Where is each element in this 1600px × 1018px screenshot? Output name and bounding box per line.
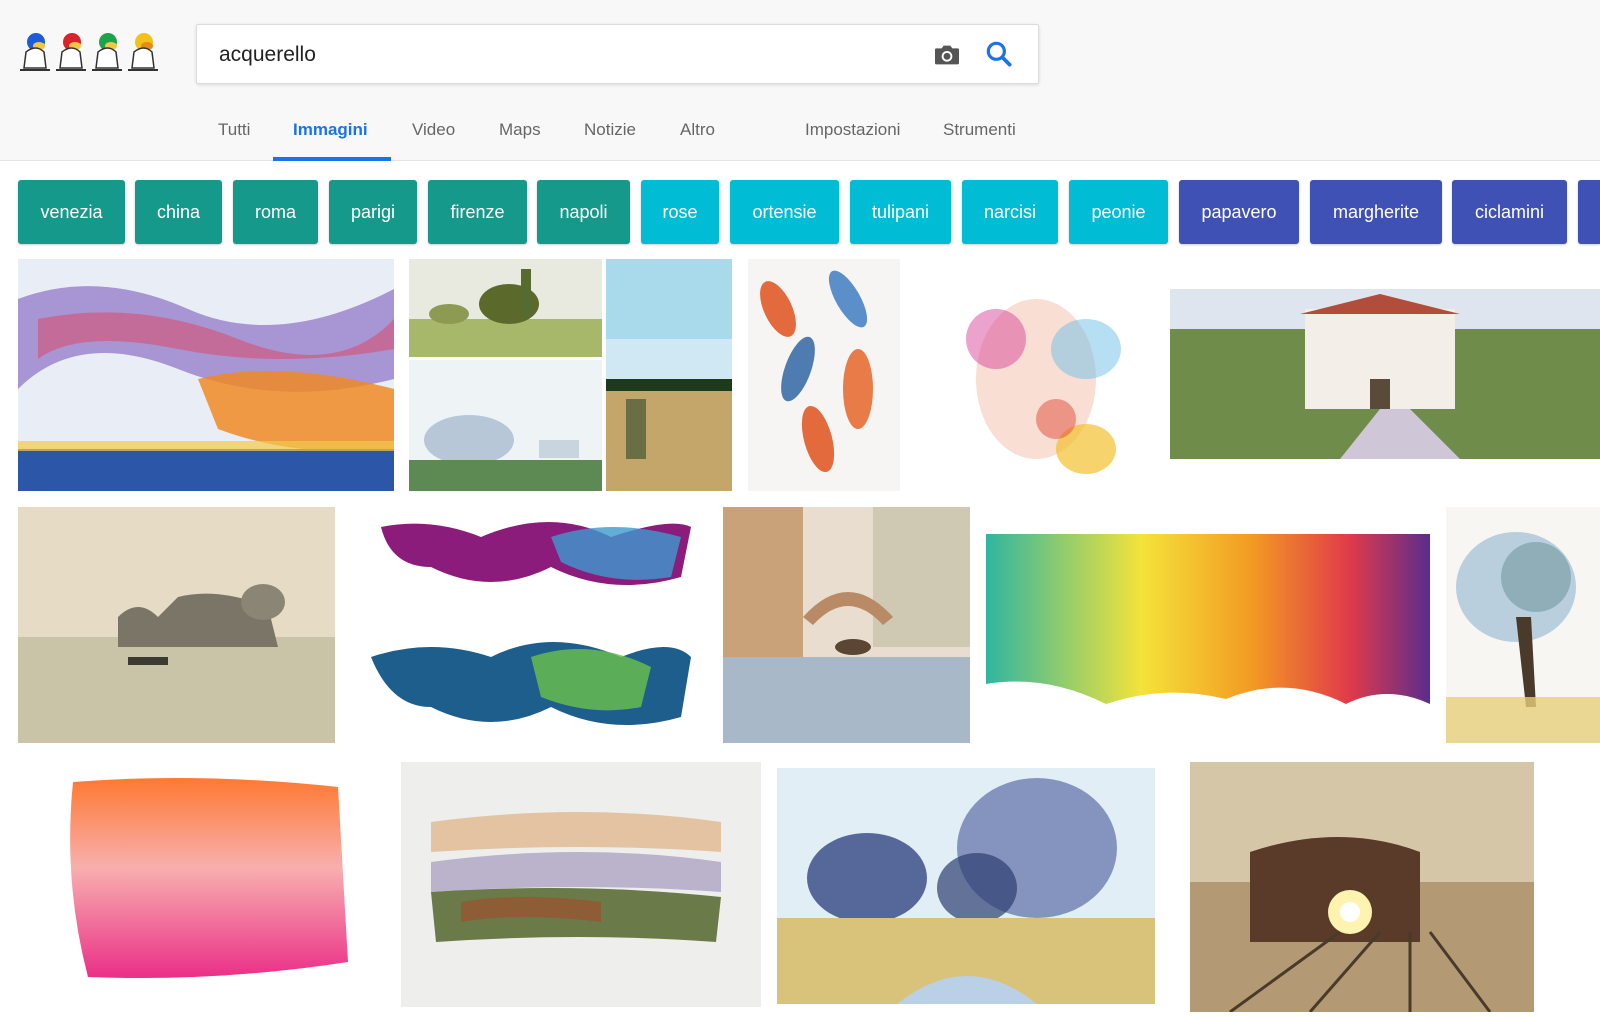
chip-partial[interactable] [1578, 180, 1600, 244]
tab-strumenti[interactable]: Strumenti [943, 120, 1016, 140]
tab-notizie[interactable]: Notizie [584, 120, 636, 140]
image-result-misty-house[interactable] [409, 360, 602, 491]
duck-logo[interactable] [16, 26, 172, 76]
search-input[interactable] [217, 33, 901, 77]
chip-parigi[interactable]: parigi [329, 180, 417, 244]
chip-tulipani[interactable]: tulipani [850, 180, 951, 244]
tab-tutti[interactable]: Tutti [218, 120, 250, 140]
tab-impostazioni[interactable]: Impostazioni [805, 120, 900, 140]
image-result-reflection[interactable] [606, 259, 732, 491]
camera-icon[interactable] [931, 39, 963, 71]
image-result-train[interactable] [1190, 762, 1534, 1012]
active-tab-indicator [273, 157, 391, 161]
chip-narcisi[interactable]: narcisi [962, 180, 1058, 244]
chip-roma[interactable]: roma [233, 180, 318, 244]
chip-ortensie[interactable]: ortensie [730, 180, 839, 244]
chip-papavero[interactable]: papavero [1179, 180, 1299, 244]
image-result-venice-lagoon[interactable] [18, 507, 335, 743]
tab-maps[interactable]: Maps [499, 120, 541, 140]
tab-immagini[interactable]: Immagini [293, 120, 368, 140]
chip-rose[interactable]: rose [641, 180, 719, 244]
search-icon[interactable] [983, 38, 1015, 70]
image-result-face[interactable] [916, 259, 1155, 491]
chip-margherite[interactable]: margherite [1310, 180, 1442, 244]
chip-ciclamini[interactable]: ciclamini [1452, 180, 1567, 244]
chip-firenze[interactable]: firenze [428, 180, 527, 244]
image-result-ink-blots[interactable] [351, 507, 707, 743]
image-result-villa[interactable] [1170, 289, 1600, 459]
image-result-olive-tree[interactable] [1446, 507, 1600, 743]
tab-video[interactable]: Video [412, 120, 455, 140]
image-result-venice-canal[interactable] [723, 507, 970, 743]
image-result-sky[interactable] [18, 259, 394, 491]
image-result-rainbow-wash[interactable] [986, 534, 1430, 716]
chip-venezia[interactable]: venezia [18, 180, 125, 244]
header: Tutti Immagini Video Maps Notizie Altro … [0, 0, 1600, 161]
tab-altro[interactable]: Altro [680, 120, 715, 140]
chip-peonie[interactable]: peonie [1069, 180, 1168, 244]
image-result-landscape-strip[interactable] [401, 762, 761, 1007]
image-result-trees[interactable] [409, 259, 602, 357]
search-box [196, 24, 1039, 84]
chip-napoli[interactable]: napoli [537, 180, 630, 244]
image-result-orange-pink-wash[interactable] [18, 762, 385, 1007]
chip-china[interactable]: china [135, 180, 222, 244]
image-result-koi-fish[interactable] [748, 259, 900, 491]
image-result-blue-trees[interactable] [777, 768, 1155, 1004]
